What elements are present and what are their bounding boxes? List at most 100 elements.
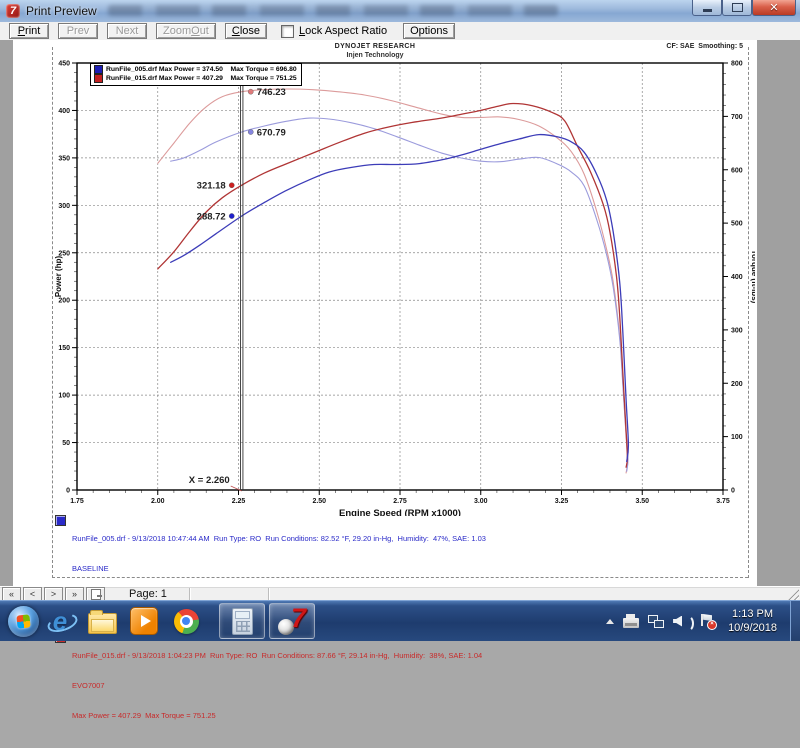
run-file-line: RunFile_005.drf - 9/13/2018 10:47:44 AM … bbox=[72, 534, 486, 544]
system-tray: 1:13 PM 10/9/2018 bbox=[606, 601, 800, 641]
close-window-button[interactable]: ✕ bbox=[752, 0, 796, 16]
action-center-icon[interactable] bbox=[700, 614, 715, 628]
svg-text:3.75: 3.75 bbox=[716, 498, 730, 505]
zoom-out-button[interactable]: Zoom Out bbox=[156, 23, 216, 39]
taskbar-clock[interactable]: 1:13 PM 10/9/2018 bbox=[728, 607, 777, 635]
run-name-line: EVO7007 bbox=[72, 681, 486, 691]
axis-titles: Power (hp)Torque (ft-lbs)Engine Speed (R… bbox=[55, 250, 755, 516]
svg-text:300: 300 bbox=[58, 203, 70, 210]
lock-aspect-ratio-checkbox[interactable] bbox=[281, 25, 294, 38]
next-page-nav-button[interactable]: > bbox=[44, 587, 63, 601]
minimize-button[interactable] bbox=[692, 0, 722, 16]
svg-text:400: 400 bbox=[58, 108, 70, 115]
lock-aspect-ratio-label: Lock Aspect Ratio bbox=[299, 25, 387, 37]
first-page-button[interactable]: « bbox=[2, 587, 21, 601]
series-curves bbox=[158, 89, 629, 473]
status-divider bbox=[189, 588, 190, 600]
svg-text:100: 100 bbox=[731, 434, 743, 441]
show-hidden-icons-button[interactable] bbox=[606, 619, 614, 624]
run-color-swatch bbox=[55, 515, 66, 526]
next-page-button[interactable]: Next bbox=[107, 23, 147, 39]
last-page-button[interactable]: » bbox=[65, 587, 84, 601]
internet-explorer-icon: e bbox=[53, 608, 67, 634]
tick-labels: 1.752.002.252.502.753.003.253.503.750501… bbox=[58, 61, 742, 506]
printer-tray-icon[interactable] bbox=[623, 618, 639, 628]
chrome-icon bbox=[174, 609, 199, 634]
page-margin-guide bbox=[52, 47, 53, 578]
svg-text:3.50: 3.50 bbox=[635, 498, 649, 505]
clock-date: 10/9/2018 bbox=[728, 621, 777, 635]
svg-text:300: 300 bbox=[731, 327, 743, 334]
legend-text-run005: RunFile_005.drf Max Power = 374.50 Max T… bbox=[106, 66, 297, 73]
svg-text:400: 400 bbox=[731, 274, 743, 281]
svg-text:150: 150 bbox=[58, 345, 70, 352]
svg-text:2.50: 2.50 bbox=[312, 498, 326, 505]
window-title: Print Preview bbox=[26, 4, 97, 18]
svg-text:600: 600 bbox=[731, 167, 743, 174]
clock-time: 1:13 PM bbox=[728, 607, 777, 621]
previous-page-nav-button[interactable]: < bbox=[23, 587, 42, 601]
legend-row: RunFile_015.drf Max Power = 407.29 Max T… bbox=[94, 74, 297, 83]
title-bar: 7 Print Preview ✕ bbox=[0, 0, 800, 23]
svg-text:350: 350 bbox=[58, 155, 70, 162]
print-preview-toolbar: Print Prev Next Zoom Out Close Lock Aspe… bbox=[0, 22, 800, 41]
taskbar-item-calculator[interactable] bbox=[219, 603, 265, 639]
show-desktop-button[interactable] bbox=[790, 601, 800, 641]
svg-text:700: 700 bbox=[731, 114, 743, 121]
calculator-icon bbox=[232, 608, 253, 635]
start-button[interactable] bbox=[8, 606, 39, 637]
print-button[interactable]: Print bbox=[9, 23, 49, 39]
app-icon: 7 bbox=[6, 4, 20, 18]
taskbar-item-windows-explorer[interactable] bbox=[81, 601, 123, 641]
folder-icon bbox=[88, 613, 117, 634]
maximize-button[interactable] bbox=[722, 0, 752, 16]
dyno-company-title: DYNOJET RESEARCH bbox=[265, 43, 485, 50]
cursor-value-label: 670.79 bbox=[257, 127, 286, 138]
cursor-value-label: 321.18 bbox=[197, 181, 226, 192]
volume-tray-icon[interactable] bbox=[673, 615, 691, 628]
curve-power-runfile-015 bbox=[158, 104, 628, 468]
background-window-text bbox=[108, 5, 558, 16]
legend-swatch-run005 bbox=[94, 65, 103, 74]
svg-text:200: 200 bbox=[731, 381, 743, 388]
svg-text:2.25: 2.25 bbox=[232, 498, 246, 505]
taskbar: e 7 1:13 PM 10/9/2018 bbox=[0, 600, 800, 641]
status-divider bbox=[268, 588, 269, 600]
cursor-value-label: 746.23 bbox=[257, 87, 286, 98]
page-number-label: Page: 1 bbox=[129, 588, 167, 600]
legend-row: RunFile_005.drf Max Power = 374.50 Max T… bbox=[94, 65, 297, 74]
resize-grip[interactable] bbox=[786, 588, 799, 600]
svg-text:50: 50 bbox=[62, 440, 70, 447]
svg-text:200: 200 bbox=[58, 298, 70, 305]
value-markers: 746.23 670.79 321.18 288.72 bbox=[197, 87, 286, 222]
page-icon bbox=[91, 589, 101, 600]
network-tray-icon[interactable] bbox=[648, 615, 664, 628]
svg-text:800: 800 bbox=[731, 61, 743, 68]
taskbar-item-internet-explorer[interactable]: e bbox=[39, 601, 81, 641]
curve-torque-runfile-015 bbox=[158, 89, 628, 473]
close-preview-button[interactable]: Close bbox=[225, 23, 267, 39]
dyno-chart: 1.752.002.252.502.753.003.253.503.750501… bbox=[55, 56, 755, 516]
curve-torque-runfile-005 bbox=[171, 118, 628, 471]
goto-page-button[interactable] bbox=[86, 587, 105, 601]
svg-text:500: 500 bbox=[731, 221, 743, 228]
taskbar-item-chrome[interactable] bbox=[165, 601, 207, 641]
taskbar-item-winpep[interactable]: 7 bbox=[269, 603, 315, 639]
alert-badge bbox=[707, 620, 717, 630]
minimize-icon bbox=[703, 9, 712, 12]
svg-text:Torque (ft-lbs): Torque (ft-lbs) bbox=[750, 250, 755, 304]
cursor-value-label: 288.72 bbox=[197, 212, 226, 223]
close-icon: ✕ bbox=[769, 2, 778, 13]
legend-swatch-run015 bbox=[94, 74, 103, 83]
svg-text:X = 2.260: X = 2.260 bbox=[189, 475, 230, 486]
svg-text:Power (hp): Power (hp) bbox=[55, 256, 63, 298]
run-max-line: Max Power = 407.29 Max Torque = 751.25 bbox=[72, 711, 486, 721]
svg-text:0: 0 bbox=[66, 488, 70, 495]
taskbar-item-media-player[interactable] bbox=[123, 601, 165, 641]
legend-text-run015: RunFile_015.drf Max Power = 407.29 Max T… bbox=[106, 75, 297, 82]
windows-logo-icon bbox=[16, 614, 30, 628]
options-button[interactable]: Options bbox=[403, 23, 455, 39]
run-info-entry: RunFile_015.drf - 9/13/2018 1:04:23 PM R… bbox=[55, 631, 486, 741]
prev-page-button[interactable]: Prev bbox=[58, 23, 98, 39]
cursor-value-dot bbox=[229, 183, 234, 188]
